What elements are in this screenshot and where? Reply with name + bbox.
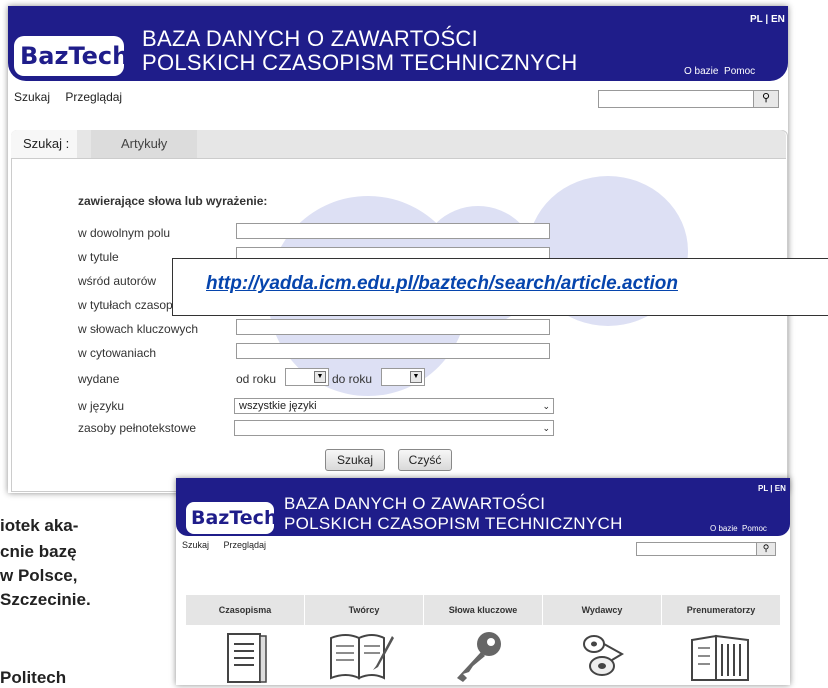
language-select-value: wszystkie języki bbox=[239, 400, 317, 412]
stack-of-journals-icon[interactable] bbox=[686, 626, 756, 685]
header-bar: BazTech BAZA DANYCH O ZAWARTOŚCI POLSKIC… bbox=[176, 478, 790, 536]
label-to-year: do roku bbox=[332, 372, 373, 386]
site-title-line2: POLSKICH CZASOPISM TECHNICZNYCH bbox=[284, 514, 623, 533]
paper-rolls-icon[interactable] bbox=[572, 626, 632, 685]
main-nav: Szukaj Przeglądaj bbox=[14, 90, 134, 104]
label-language: w języku bbox=[78, 399, 125, 413]
header-bar: BazTech BAZA DANYCH O ZAWARTOŚCI POLSKIC… bbox=[8, 6, 788, 81]
help-link[interactable]: Pomoc bbox=[724, 66, 755, 77]
nav-browse[interactable]: Przeglądaj bbox=[65, 90, 122, 104]
text-fragment: cnie bazę bbox=[0, 542, 77, 561]
category-publishers[interactable]: Wydawcy bbox=[543, 595, 662, 625]
site-title-line1: BAZA DANYCH O ZAWARTOŚCI bbox=[142, 26, 479, 51]
search-button[interactable]: Szukaj bbox=[325, 449, 385, 471]
label-title: w tytule bbox=[78, 250, 119, 264]
label-citations: w cytowaniach bbox=[78, 346, 157, 360]
text-fragment: iotek aka- bbox=[0, 516, 79, 535]
chevron-down-icon[interactable]: ▼ bbox=[314, 371, 326, 383]
site-title-line1: BAZA DANYCH O ZAWARTOŚCI bbox=[284, 494, 546, 513]
fulltext-select[interactable]: ⌄ bbox=[234, 420, 554, 436]
text-fragment: Szczecinie. bbox=[0, 590, 91, 609]
label-fulltext: zasoby pełnotekstowe bbox=[78, 421, 197, 435]
chevron-down-icon: ⌄ bbox=[542, 423, 550, 433]
logo-text: BazTech bbox=[20, 42, 130, 70]
chevron-down-icon: ⌄ bbox=[542, 401, 550, 411]
book-pen-icon[interactable] bbox=[326, 626, 396, 685]
help-link[interactable]: Pomoc bbox=[742, 524, 767, 533]
url-callout: http://yadda.icm.edu.pl/baztech/search/a… bbox=[172, 258, 828, 316]
baztech-search-screenshot: BazTech BAZA DANYCH O ZAWARTOŚCI POLSKIC… bbox=[8, 6, 788, 493]
label-published: wydane bbox=[78, 372, 120, 386]
logo[interactable]: BazTech bbox=[186, 502, 278, 534]
language-switch[interactable]: PL | EN bbox=[758, 484, 786, 493]
nav-browse[interactable]: Przeglądaj bbox=[224, 540, 267, 550]
label-from-year: od roku bbox=[236, 372, 277, 386]
label-authors: wśród autorów bbox=[78, 274, 157, 288]
label-keywords: w słowach kluczowych bbox=[78, 322, 199, 336]
quick-search-input[interactable] bbox=[636, 542, 758, 556]
category-journals[interactable]: Czasopisma bbox=[186, 595, 305, 625]
category-creators[interactable]: Twórcy bbox=[305, 595, 424, 625]
language-switch[interactable]: PL | EN bbox=[750, 14, 785, 25]
baztech-browse-screenshot: BazTech BAZA DANYCH O ZAWARTOŚCI POLSKIC… bbox=[176, 478, 790, 685]
chevron-down-icon[interactable]: ▼ bbox=[410, 371, 422, 383]
search-icon[interactable]: ⚲ bbox=[753, 90, 779, 108]
category-keywords[interactable]: Słowa kluczowe bbox=[424, 595, 543, 625]
language-select[interactable]: wszystkie języki ⌄ bbox=[234, 398, 554, 414]
tab-articles[interactable]: Artykuły bbox=[91, 130, 198, 158]
tab-bar: Szukaj : Artykuły bbox=[11, 130, 786, 159]
url-link[interactable]: http://yadda.icm.edu.pl/baztech/search/a… bbox=[206, 273, 678, 295]
main-nav: Szukaj Przeglądaj bbox=[182, 540, 278, 550]
about-link[interactable]: O bazie bbox=[684, 66, 718, 77]
key-icon[interactable] bbox=[451, 626, 511, 685]
keywords-input[interactable] bbox=[236, 319, 550, 335]
clear-button[interactable]: Czyść bbox=[398, 449, 452, 471]
text-fragment: w Polsce, bbox=[0, 566, 78, 585]
logo[interactable]: BazTech bbox=[14, 36, 129, 76]
nav-search[interactable]: Szukaj bbox=[182, 540, 209, 550]
nav-search[interactable]: Szukaj bbox=[14, 90, 50, 104]
any-field-input[interactable] bbox=[236, 223, 550, 239]
journal-icon[interactable] bbox=[218, 626, 278, 685]
category-subscribers[interactable]: Prenumeratorzy bbox=[662, 595, 781, 625]
about-link[interactable]: O bazie bbox=[710, 524, 738, 533]
tab-search[interactable]: Szukaj : bbox=[11, 130, 77, 158]
citations-input[interactable] bbox=[236, 343, 550, 359]
text-fragment: Politech bbox=[0, 668, 67, 687]
site-title-line2: POLSKICH CZASOPISM TECHNICZNYCH bbox=[142, 50, 578, 75]
form-heading: zawierające słowa lub wyrażenie: bbox=[78, 194, 268, 208]
quick-search-input[interactable] bbox=[598, 90, 756, 108]
search-icon[interactable]: ⚲ bbox=[756, 542, 776, 556]
logo-text: BazTech bbox=[191, 507, 278, 529]
label-any-field: w dowolnym polu bbox=[78, 226, 171, 240]
